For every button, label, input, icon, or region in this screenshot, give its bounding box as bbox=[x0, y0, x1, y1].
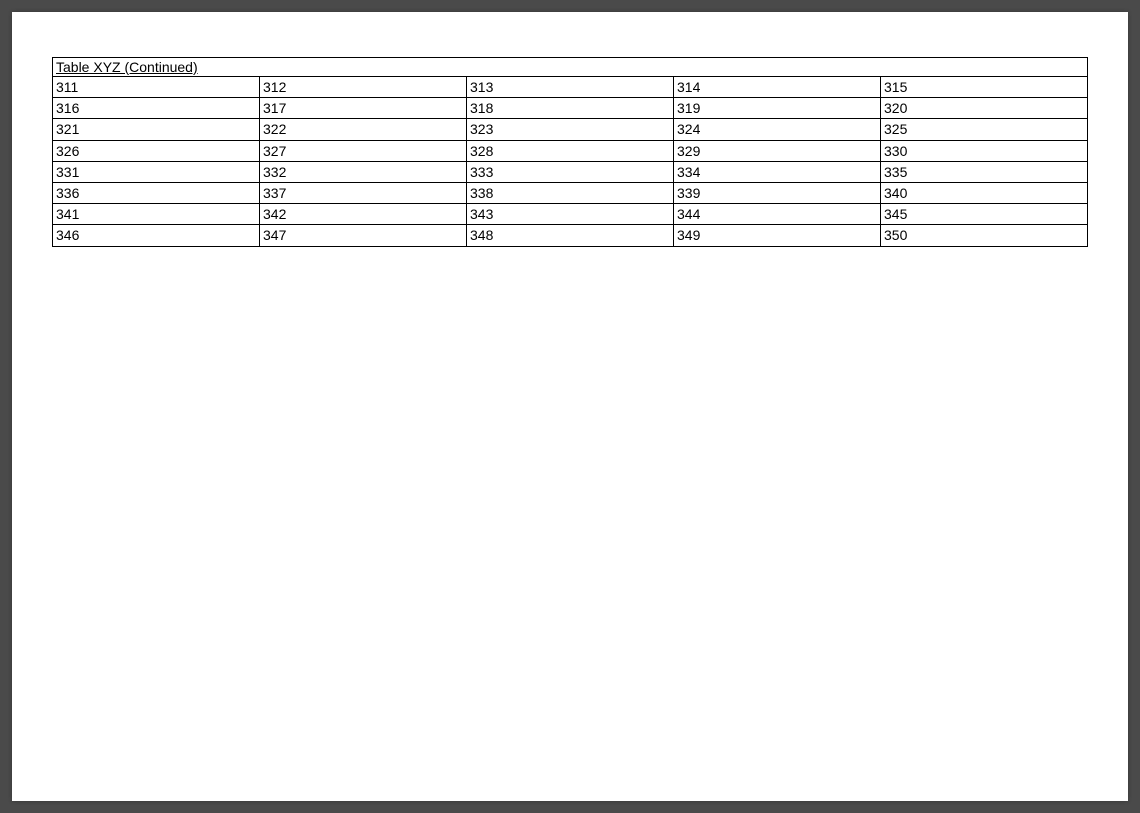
table-cell: 322 bbox=[260, 119, 467, 140]
table-cell: 318 bbox=[467, 98, 674, 119]
table-cell: 329 bbox=[674, 140, 881, 161]
table-cell: 335 bbox=[881, 161, 1088, 182]
table-cell: 341 bbox=[53, 204, 260, 225]
table-cell: 327 bbox=[260, 140, 467, 161]
table-cell: 349 bbox=[674, 225, 881, 246]
table-cell: 333 bbox=[467, 161, 674, 182]
table-cell: 320 bbox=[881, 98, 1088, 119]
data-table: Table XYZ (Continued) 311 312 313 314 31… bbox=[52, 57, 1088, 247]
table-cell: 324 bbox=[674, 119, 881, 140]
table-cell: 337 bbox=[260, 182, 467, 203]
table-cell: 323 bbox=[467, 119, 674, 140]
table-title: Table XYZ (Continued) bbox=[53, 58, 1088, 77]
table-cell: 348 bbox=[467, 225, 674, 246]
table-cell: 342 bbox=[260, 204, 467, 225]
table-cell: 325 bbox=[881, 119, 1088, 140]
table-cell: 340 bbox=[881, 182, 1088, 203]
table-cell: 339 bbox=[674, 182, 881, 203]
table-row: 336 337 338 339 340 bbox=[53, 182, 1088, 203]
table-cell: 347 bbox=[260, 225, 467, 246]
table-cell: 311 bbox=[53, 77, 260, 98]
table-row: 346 347 348 349 350 bbox=[53, 225, 1088, 246]
table-cell: 330 bbox=[881, 140, 1088, 161]
table-cell: 321 bbox=[53, 119, 260, 140]
table-cell: 319 bbox=[674, 98, 881, 119]
table-cell: 317 bbox=[260, 98, 467, 119]
table-title-row: Table XYZ (Continued) bbox=[53, 58, 1088, 77]
table-cell: 326 bbox=[53, 140, 260, 161]
table-row: 316 317 318 319 320 bbox=[53, 98, 1088, 119]
table-row: 321 322 323 324 325 bbox=[53, 119, 1088, 140]
table-cell: 334 bbox=[674, 161, 881, 182]
table-cell: 332 bbox=[260, 161, 467, 182]
table-cell: 313 bbox=[467, 77, 674, 98]
table-cell: 328 bbox=[467, 140, 674, 161]
table-cell: 316 bbox=[53, 98, 260, 119]
table-row: 331 332 333 334 335 bbox=[53, 161, 1088, 182]
table-cell: 312 bbox=[260, 77, 467, 98]
table-row: 311 312 313 314 315 bbox=[53, 77, 1088, 98]
table-cell: 315 bbox=[881, 77, 1088, 98]
table-cell: 343 bbox=[467, 204, 674, 225]
table-cell: 345 bbox=[881, 204, 1088, 225]
table-row: 326 327 328 329 330 bbox=[53, 140, 1088, 161]
table-cell: 346 bbox=[53, 225, 260, 246]
table-cell: 331 bbox=[53, 161, 260, 182]
table-cell: 338 bbox=[467, 182, 674, 203]
table-cell: 350 bbox=[881, 225, 1088, 246]
table-cell: 336 bbox=[53, 182, 260, 203]
table-cell: 344 bbox=[674, 204, 881, 225]
document-page: Table XYZ (Continued) 311 312 313 314 31… bbox=[12, 12, 1128, 801]
table-row: 341 342 343 344 345 bbox=[53, 204, 1088, 225]
table-cell: 314 bbox=[674, 77, 881, 98]
